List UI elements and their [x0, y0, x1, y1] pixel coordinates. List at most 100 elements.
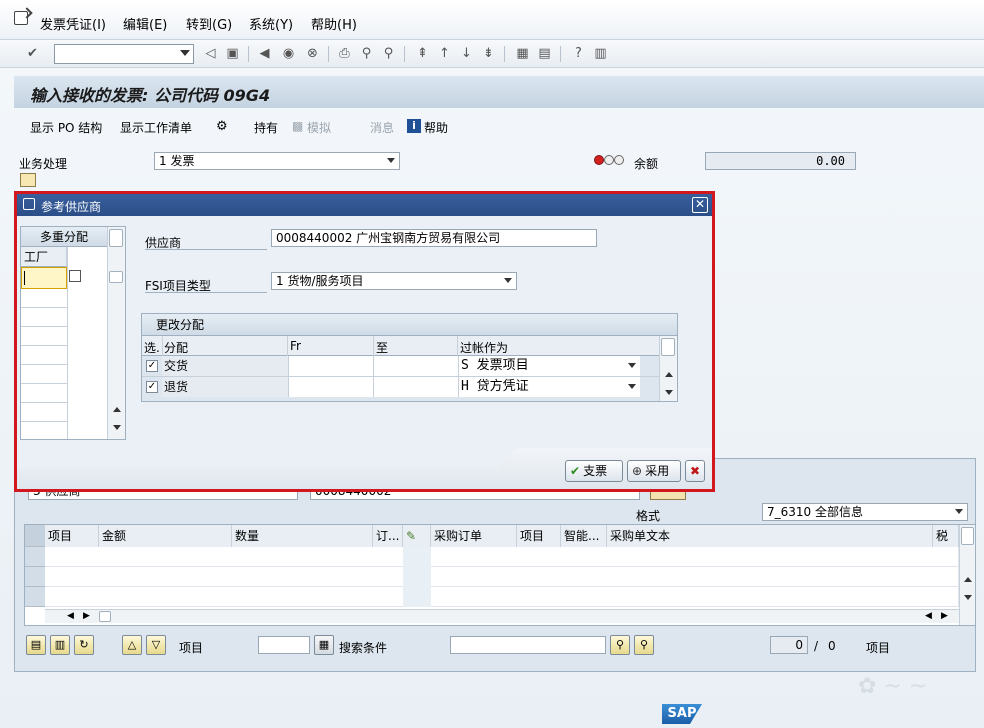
- find-icon[interactable]: ⚲: [358, 45, 375, 62]
- exit-icon[interactable]: ◉: [280, 45, 297, 62]
- change-assign-vscroll[interactable]: [659, 336, 677, 401]
- table-row[interactable]: [45, 547, 959, 567]
- scroll-up-icon[interactable]: [665, 372, 673, 377]
- back-arrow-icon[interactable]: ◁: [202, 45, 219, 62]
- copy-icon[interactable]: [69, 270, 81, 282]
- close-icon[interactable]: ✕: [692, 197, 708, 213]
- chevron-down-icon[interactable]: [628, 384, 636, 389]
- back-icon[interactable]: ◀: [256, 45, 273, 62]
- col-post-as[interactable]: 过帐作为: [460, 339, 508, 356]
- cancel-icon[interactable]: ⊗: [304, 45, 321, 62]
- col-header-smart[interactable]: 智能...: [561, 525, 607, 547]
- scroll-up-icon[interactable]: [113, 407, 121, 412]
- table-row[interactable]: [21, 384, 67, 403]
- print-icon[interactable]: ⎙: [336, 45, 353, 62]
- table-row[interactable]: [45, 567, 959, 587]
- new-session-icon[interactable]: ▦: [514, 45, 531, 62]
- find-next-icon[interactable]: ⚲: [634, 635, 654, 655]
- show-po-button[interactable]: 显示 PO 结构: [30, 119, 102, 136]
- scroll-left-icon[interactable]: ◀: [67, 611, 74, 621]
- select-checkbox[interactable]: ✓: [146, 360, 158, 372]
- check-button[interactable]: ✔ 支票: [565, 460, 623, 482]
- scroll-thumb[interactable]: [109, 229, 123, 247]
- find-icon[interactable]: ⚲: [610, 635, 630, 655]
- col-header-quantity[interactable]: 数量: [232, 525, 373, 547]
- col-header-po-item[interactable]: 项目: [517, 525, 561, 547]
- search-criteria-input[interactable]: [450, 636, 606, 654]
- shortcut-icon[interactable]: ▤: [536, 45, 553, 62]
- deselect-all-button[interactable]: ▥: [50, 635, 70, 655]
- scroll-thumb[interactable]: [961, 527, 974, 545]
- col-from[interactable]: Fr: [290, 339, 301, 353]
- select-all-cell[interactable]: [25, 525, 45, 547]
- col-header-order-unit[interactable]: 订...: [373, 525, 403, 547]
- help-icon[interactable]: ?: [570, 45, 587, 62]
- hscroll-thumb[interactable]: [99, 611, 111, 622]
- last-page-icon[interactable]: ⇟: [480, 45, 497, 62]
- table-row[interactable]: [21, 365, 67, 384]
- row-selector[interactable]: [25, 567, 45, 587]
- table-row[interactable]: [21, 289, 67, 308]
- col-header-item[interactable]: 项目: [45, 525, 99, 547]
- table-row[interactable]: [21, 308, 67, 327]
- scroll-up-icon[interactable]: [964, 577, 972, 582]
- from-input[interactable]: [288, 377, 373, 397]
- col-header-amount[interactable]: 金额: [99, 525, 232, 547]
- post-as-select[interactable]: S 发票项目: [458, 356, 640, 376]
- menu-system[interactable]: 系统(Y): [249, 14, 293, 33]
- prev-page-icon[interactable]: ↑: [436, 45, 453, 62]
- table-row[interactable]: [45, 587, 959, 607]
- scroll-right-icon[interactable]: ▶: [941, 611, 948, 621]
- plant-input[interactable]: [21, 267, 67, 289]
- layout-icon[interactable]: ▥: [592, 45, 609, 62]
- col-to[interactable]: 至: [376, 339, 388, 356]
- find-next-icon[interactable]: ⚲: [380, 45, 397, 62]
- show-worklist-button[interactable]: 显示工作清单: [120, 119, 192, 136]
- row-selector[interactable]: [25, 587, 45, 607]
- fsi-type-select[interactable]: 1 货物/服务项目: [271, 272, 517, 290]
- hold-button[interactable]: 持有: [254, 119, 278, 136]
- transaction-select[interactable]: 1 发票: [154, 152, 400, 170]
- select-all-button[interactable]: ▤: [26, 635, 46, 655]
- table-row[interactable]: ✓ 交货 S 发票项目: [142, 356, 659, 377]
- search-criteria-icon[interactable]: ▦: [314, 635, 334, 655]
- to-input[interactable]: [373, 356, 458, 376]
- row-selector[interactable]: [25, 547, 45, 567]
- scroll-left-icon[interactable]: ◀: [925, 611, 932, 621]
- scroll-down-icon[interactable]: [665, 390, 673, 395]
- multi-assign-vscroll[interactable]: [107, 227, 125, 439]
- from-input[interactable]: [288, 356, 373, 376]
- chevron-down-icon[interactable]: [387, 158, 395, 163]
- col-header-check-icon[interactable]: ✎: [403, 525, 431, 547]
- refresh-button[interactable]: ↻: [74, 635, 94, 655]
- post-as-select[interactable]: H 贷方凭证: [458, 377, 640, 397]
- filter-button[interactable]: ▽: [146, 635, 166, 655]
- chevron-down-icon[interactable]: [955, 509, 963, 514]
- cancel-button[interactable]: ✖: [685, 460, 705, 482]
- help-button[interactable]: 帮助: [424, 119, 448, 136]
- grid-vscroll[interactable]: [959, 525, 975, 625]
- command-field[interactable]: [54, 44, 194, 64]
- select-checkbox[interactable]: ✓: [146, 381, 158, 393]
- settings-icon[interactable]: ⚙: [216, 119, 228, 134]
- scroll-down-icon[interactable]: [964, 595, 972, 600]
- table-row[interactable]: [21, 327, 67, 346]
- adopt-button[interactable]: ⊕ 采用: [627, 460, 681, 482]
- expand-icon[interactable]: [20, 173, 36, 187]
- to-input[interactable]: [373, 377, 458, 397]
- menu-goto[interactable]: 转到(G): [186, 14, 232, 33]
- col-header-tax[interactable]: 税务: [933, 525, 959, 547]
- plant-col-header[interactable]: 工厂: [21, 247, 67, 267]
- chevron-down-icon[interactable]: [180, 50, 190, 56]
- grid-hscroll[interactable]: ◀ ▶ ◀ ▶: [45, 609, 959, 623]
- col-select[interactable]: 选.: [144, 339, 160, 356]
- sort-button[interactable]: △: [122, 635, 142, 655]
- first-page-icon[interactable]: ⇞: [414, 45, 431, 62]
- table-row[interactable]: ✓ 退货 H 贷方凭证: [142, 377, 659, 398]
- menu-edit[interactable]: 编辑(E): [123, 14, 167, 33]
- scroll-down-icon[interactable]: [113, 425, 121, 430]
- enter-icon[interactable]: ✔: [24, 45, 41, 62]
- table-row[interactable]: [21, 422, 67, 441]
- chevron-down-icon[interactable]: [504, 278, 512, 283]
- scroll-right-icon[interactable]: ▶: [83, 611, 90, 621]
